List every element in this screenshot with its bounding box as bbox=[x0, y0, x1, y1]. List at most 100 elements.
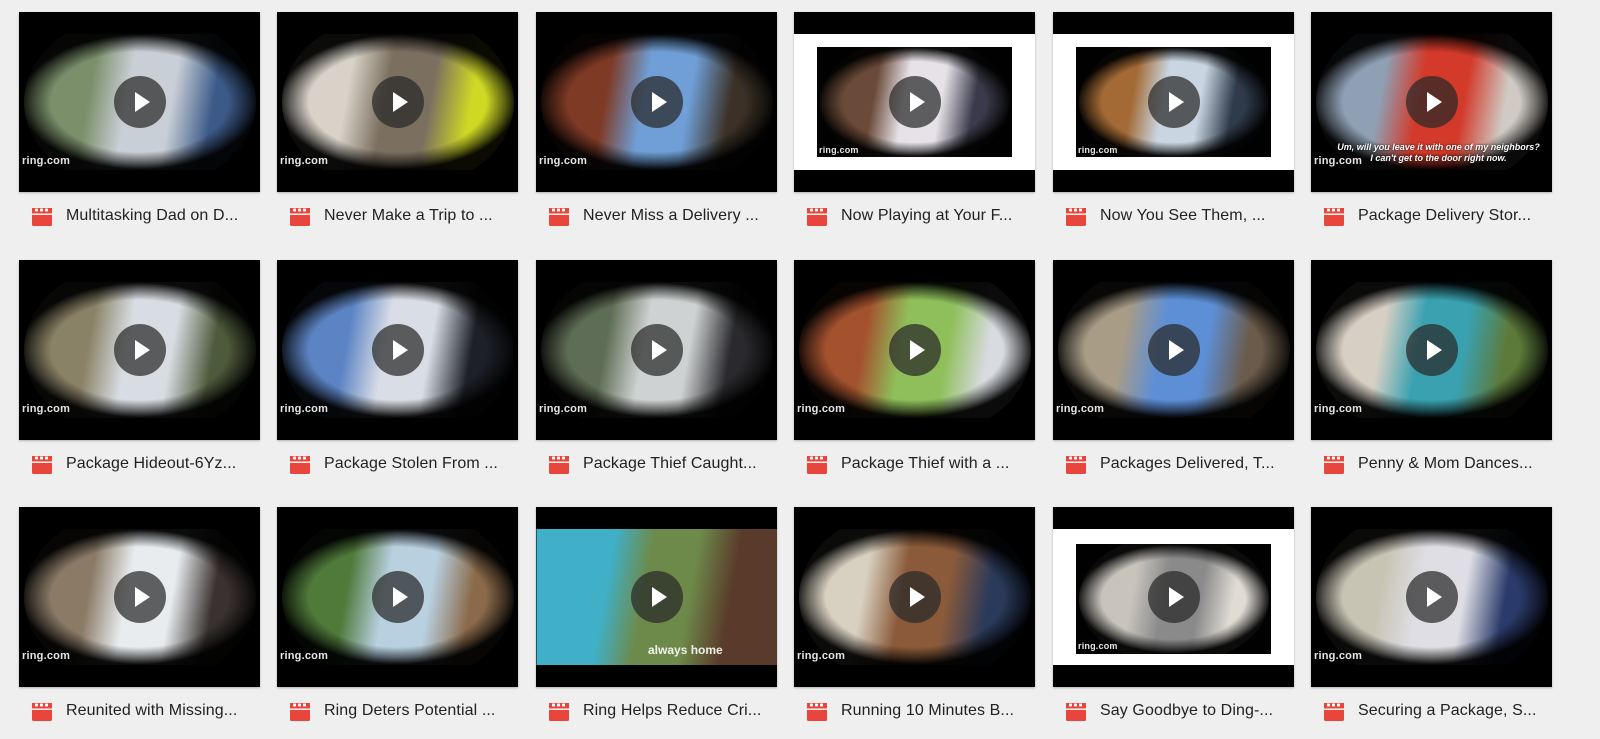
play-icon[interactable] bbox=[888, 76, 941, 128]
video-grid: ring.com Multitasking Dad on D... ring.com… bbox=[0, 0, 1600, 739]
play-icon[interactable] bbox=[1147, 571, 1200, 623]
video-thumbnail[interactable]: ring.com bbox=[1053, 260, 1294, 440]
video-caption[interactable]: Say Goodbye to Ding-... bbox=[1053, 687, 1294, 737]
video-thumbnail[interactable]: ring.com bbox=[277, 507, 518, 687]
play-icon[interactable] bbox=[1147, 324, 1200, 376]
video-thumbnail[interactable]: ring.com bbox=[536, 12, 777, 192]
video-caption[interactable]: Reunited with Missing... bbox=[19, 687, 260, 737]
video-file-icon bbox=[549, 208, 569, 226]
video-title[interactable]: Running 10 Minutes B... bbox=[841, 702, 1014, 720]
video-caption[interactable]: Now Playing at Your F... bbox=[794, 192, 1035, 242]
play-icon[interactable] bbox=[1405, 571, 1458, 623]
video-tile[interactable]: ring.com Running 10 Minutes B... bbox=[794, 507, 1035, 737]
video-tile[interactable]: ring.com Um, will you leave it with one o… bbox=[1311, 12, 1552, 242]
video-thumbnail[interactable]: ring.com bbox=[536, 260, 777, 440]
play-icon[interactable] bbox=[113, 76, 166, 128]
video-thumbnail[interactable]: always home bbox=[536, 507, 777, 687]
play-icon[interactable] bbox=[371, 571, 424, 623]
video-tile[interactable]: ring.com Never Make a Trip to ... bbox=[277, 12, 518, 242]
video-caption[interactable]: Package Thief Caught... bbox=[536, 440, 777, 490]
video-title[interactable]: Packages Delivered, T... bbox=[1100, 455, 1275, 473]
play-icon[interactable] bbox=[630, 571, 683, 623]
video-caption[interactable]: Package Stolen From ... bbox=[277, 440, 518, 490]
video-thumbnail[interactable]: ring.com Um, will you leave it with one o… bbox=[1311, 12, 1552, 192]
video-tile[interactable]: ring.com Packages Delivered, T... bbox=[1053, 260, 1294, 490]
video-tile[interactable]: ring.com Reunited with Missing... bbox=[19, 507, 260, 737]
video-thumbnail[interactable]: ring.com bbox=[794, 12, 1035, 192]
video-title[interactable]: Say Goodbye to Ding-... bbox=[1100, 702, 1273, 720]
play-icon[interactable] bbox=[630, 76, 683, 128]
video-caption[interactable]: Package Delivery Stor... bbox=[1311, 192, 1552, 242]
video-title[interactable]: Ring Deters Potential ... bbox=[324, 702, 495, 720]
video-title[interactable]: Never Make a Trip to ... bbox=[324, 207, 493, 225]
video-title[interactable]: Ring Helps Reduce Cri... bbox=[583, 702, 761, 720]
video-file-icon bbox=[1066, 703, 1086, 721]
video-tile[interactable]: ring.com Never Miss a Delivery ... bbox=[536, 12, 777, 242]
video-title[interactable]: Now You See Them, ... bbox=[1100, 207, 1265, 225]
video-caption[interactable]: Ring Deters Potential ... bbox=[277, 687, 518, 737]
video-caption[interactable]: Package Thief with a ... bbox=[794, 440, 1035, 490]
video-thumbnail[interactable]: ring.com bbox=[19, 507, 260, 687]
video-tile[interactable]: ring.com Ring Deters Potential ... bbox=[277, 507, 518, 737]
video-title[interactable]: Never Miss a Delivery ... bbox=[583, 207, 759, 225]
ring-watermark: ring.com bbox=[539, 155, 588, 167]
ring-watermark: ring.com bbox=[539, 403, 588, 415]
video-caption[interactable]: Now You See Them, ... bbox=[1053, 192, 1294, 242]
video-caption[interactable]: Penny & Mom Dances... bbox=[1311, 440, 1552, 490]
play-icon[interactable] bbox=[1147, 76, 1200, 128]
video-tile[interactable]: ring.com Package Stolen From ... bbox=[277, 260, 518, 490]
ring-watermark: ring.com bbox=[280, 155, 329, 167]
video-tile[interactable]: always home Ring Helps Reduce Cri... bbox=[536, 507, 777, 737]
video-title[interactable]: Package Thief with a ... bbox=[841, 455, 1009, 473]
ring-watermark: ring.com bbox=[280, 650, 329, 662]
video-title[interactable]: Reunited with Missing... bbox=[66, 702, 237, 720]
video-thumbnail[interactable]: ring.com bbox=[1311, 507, 1552, 687]
video-thumbnail[interactable]: ring.com bbox=[1053, 12, 1294, 192]
video-thumbnail[interactable]: ring.com bbox=[1053, 507, 1294, 687]
play-icon[interactable] bbox=[1405, 76, 1458, 128]
video-tile[interactable]: ring.com Securing a Package, S... bbox=[1311, 507, 1552, 737]
video-caption[interactable]: Package Hideout-6Yz... bbox=[19, 440, 260, 490]
video-thumbnail[interactable]: ring.com bbox=[1311, 260, 1552, 440]
video-tile[interactable]: ring.com Multitasking Dad on D... bbox=[19, 12, 260, 242]
video-thumbnail[interactable]: ring.com bbox=[277, 12, 518, 192]
video-thumbnail[interactable]: ring.com bbox=[19, 12, 260, 192]
video-title[interactable]: Securing a Package, S... bbox=[1358, 702, 1537, 720]
video-caption[interactable]: Never Make a Trip to ... bbox=[277, 192, 518, 242]
video-title[interactable]: Multitasking Dad on D... bbox=[66, 207, 238, 225]
play-icon[interactable] bbox=[113, 571, 166, 623]
video-title[interactable]: Package Hideout-6Yz... bbox=[66, 455, 236, 473]
play-icon[interactable] bbox=[888, 324, 941, 376]
video-title[interactable]: Now Playing at Your F... bbox=[841, 207, 1012, 225]
video-caption[interactable]: Running 10 Minutes B... bbox=[794, 687, 1035, 737]
play-icon[interactable] bbox=[630, 324, 683, 376]
video-caption[interactable]: Ring Helps Reduce Cri... bbox=[536, 687, 777, 737]
video-tile[interactable]: ring.com Penny & Mom Dances... bbox=[1311, 260, 1552, 490]
video-thumbnail[interactable]: ring.com bbox=[19, 260, 260, 440]
video-title[interactable]: Penny & Mom Dances... bbox=[1358, 455, 1533, 473]
video-thumbnail[interactable]: ring.com bbox=[794, 507, 1035, 687]
play-icon[interactable] bbox=[371, 324, 424, 376]
video-tile[interactable]: ring.com Package Hideout-6Yz... bbox=[19, 260, 260, 490]
video-file-icon bbox=[1324, 456, 1344, 474]
play-icon[interactable] bbox=[113, 324, 166, 376]
video-tile[interactable]: ring.com Now Playing at Your F... bbox=[794, 12, 1035, 242]
play-icon[interactable] bbox=[371, 76, 424, 128]
play-icon[interactable] bbox=[888, 571, 941, 623]
video-caption[interactable]: Securing a Package, S... bbox=[1311, 687, 1552, 737]
video-caption[interactable]: Multitasking Dad on D... bbox=[19, 192, 260, 242]
video-title[interactable]: Package Thief Caught... bbox=[583, 455, 757, 473]
video-file-icon bbox=[1066, 208, 1086, 226]
video-tile[interactable]: ring.com Package Thief with a ... bbox=[794, 260, 1035, 490]
video-caption[interactable]: Never Miss a Delivery ... bbox=[536, 192, 777, 242]
video-thumbnail[interactable]: ring.com bbox=[277, 260, 518, 440]
video-thumbnail[interactable]: ring.com bbox=[794, 260, 1035, 440]
play-icon[interactable] bbox=[1405, 324, 1458, 376]
video-file-icon bbox=[290, 208, 310, 226]
video-caption[interactable]: Packages Delivered, T... bbox=[1053, 440, 1294, 490]
video-title[interactable]: Package Stolen From ... bbox=[324, 455, 498, 473]
video-tile[interactable]: ring.com Say Goodbye to Ding-... bbox=[1053, 507, 1294, 737]
video-title[interactable]: Package Delivery Stor... bbox=[1358, 207, 1531, 225]
video-tile[interactable]: ring.com Now You See Them, ... bbox=[1053, 12, 1294, 242]
video-tile[interactable]: ring.com Package Thief Caught... bbox=[536, 260, 777, 490]
